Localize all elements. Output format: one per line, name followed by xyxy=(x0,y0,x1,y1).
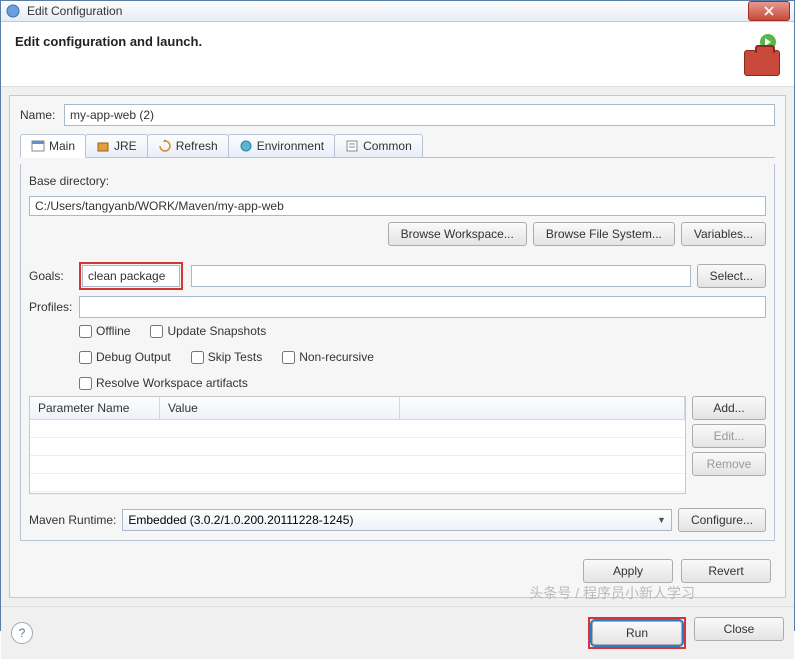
update-snapshots-check[interactable]: Update Snapshots xyxy=(150,324,266,338)
runtime-combo[interactable]: Embedded (3.0.2/1.0.200.20111228-1245) ▼ xyxy=(122,509,672,531)
titlebar: Edit Configuration xyxy=(1,1,794,22)
common-tab-icon xyxy=(345,139,359,153)
refresh-tab-icon xyxy=(158,139,172,153)
skip-tests-check[interactable]: Skip Tests xyxy=(191,350,262,364)
browse-filesystem-button[interactable]: Browse File System... xyxy=(533,222,675,246)
params-side-buttons: Add... Edit... Remove xyxy=(692,396,766,494)
resolve-workspace-check[interactable]: Resolve Workspace artifacts xyxy=(79,376,248,390)
goals-label: Goals: xyxy=(29,269,73,283)
base-directory-buttons: Browse Workspace... Browse File System..… xyxy=(29,222,766,246)
table-row[interactable] xyxy=(30,438,685,456)
tab-jre[interactable]: JRE xyxy=(85,134,148,157)
name-label: Name: xyxy=(20,108,58,122)
col-parameter-name[interactable]: Parameter Name xyxy=(30,397,160,419)
edit-param-button[interactable]: Edit... xyxy=(692,424,766,448)
dialog-footer: ? Run Close xyxy=(1,606,794,659)
help-button[interactable]: ? xyxy=(11,622,33,644)
col-value[interactable]: Value xyxy=(160,397,400,419)
dialog-header: Edit configuration and launch. xyxy=(1,22,794,87)
main-tab-icon xyxy=(31,139,45,153)
goals-input-extra[interactable] xyxy=(191,265,691,287)
tab-refresh-label: Refresh xyxy=(176,139,218,153)
close-button[interactable]: Close xyxy=(694,617,784,641)
variables-button[interactable]: Variables... xyxy=(681,222,766,246)
runtime-row: Maven Runtime: Embedded (3.0.2/1.0.200.2… xyxy=(29,508,766,532)
goals-row: Goals: Select... xyxy=(29,262,766,290)
environment-tab-icon xyxy=(239,139,253,153)
options-checks: Offline Update Snapshots Debug Output Sk… xyxy=(79,324,766,390)
profiles-row: Profiles: xyxy=(29,296,766,318)
params-table[interactable]: Parameter Name Value xyxy=(29,396,686,494)
table-row[interactable] xyxy=(30,474,685,492)
config-panel: Name: Main JRE Refresh Enviro xyxy=(9,95,786,598)
tab-main-label: Main xyxy=(49,139,75,153)
jre-tab-icon xyxy=(96,139,110,153)
tab-jre-label: JRE xyxy=(114,139,137,153)
offline-check[interactable]: Offline xyxy=(79,324,130,338)
base-directory-input[interactable] xyxy=(29,196,766,216)
goals-highlight xyxy=(79,262,183,290)
dialog-title: Edit configuration and launch. xyxy=(15,34,732,49)
edit-configuration-window: Edit Configuration Edit configuration an… xyxy=(0,0,795,631)
col-blank xyxy=(400,397,685,419)
non-recursive-check[interactable]: Non-recursive xyxy=(282,350,374,364)
close-window-button[interactable] xyxy=(748,1,790,21)
profiles-label: Profiles: xyxy=(29,300,73,314)
chevron-down-icon: ▼ xyxy=(657,515,666,525)
goals-input[interactable] xyxy=(82,265,180,287)
remove-param-button[interactable]: Remove xyxy=(692,452,766,476)
params-table-wrap: Parameter Name Value Add... xyxy=(29,396,766,494)
tab-common[interactable]: Common xyxy=(334,134,423,157)
apply-revert-row: Apply Revert xyxy=(20,553,775,589)
goals-select-button[interactable]: Select... xyxy=(697,264,766,288)
runtime-label: Maven Runtime: xyxy=(29,513,116,527)
tab-environment[interactable]: Environment xyxy=(228,134,335,157)
tab-refresh[interactable]: Refresh xyxy=(147,134,229,157)
run-config-icon xyxy=(732,34,780,76)
browse-workspace-button[interactable]: Browse Workspace... xyxy=(388,222,527,246)
apply-button[interactable]: Apply xyxy=(583,559,673,583)
run-button[interactable]: Run xyxy=(592,621,682,645)
table-row[interactable] xyxy=(30,420,685,438)
name-input[interactable] xyxy=(64,104,775,126)
params-table-body xyxy=(30,420,685,492)
main-tab-body: Base directory: Browse Workspace... Brow… xyxy=(20,164,775,541)
app-icon xyxy=(5,3,21,19)
revert-button[interactable]: Revert xyxy=(681,559,771,583)
base-directory-label: Base directory: xyxy=(29,172,766,190)
table-row[interactable] xyxy=(30,456,685,474)
config-tabs: Main JRE Refresh Environment Common xyxy=(20,134,775,158)
tab-common-label: Common xyxy=(363,139,412,153)
name-row: Name: xyxy=(20,104,775,126)
runtime-value: Embedded (3.0.2/1.0.200.20111228-1245) xyxy=(128,513,353,527)
profiles-input[interactable] xyxy=(79,296,766,318)
tab-main[interactable]: Main xyxy=(20,134,86,158)
dialog-body: Name: Main JRE Refresh Enviro xyxy=(1,87,794,606)
run-highlight: Run xyxy=(588,617,686,649)
toolbox-icon xyxy=(744,50,780,76)
params-table-head: Parameter Name Value xyxy=(30,397,685,420)
footer-buttons: Run Close xyxy=(588,617,784,649)
add-param-button[interactable]: Add... xyxy=(692,396,766,420)
configure-runtime-button[interactable]: Configure... xyxy=(678,508,766,532)
tab-environment-label: Environment xyxy=(257,139,324,153)
debug-output-check[interactable]: Debug Output xyxy=(79,350,171,364)
window-title: Edit Configuration xyxy=(27,4,748,18)
